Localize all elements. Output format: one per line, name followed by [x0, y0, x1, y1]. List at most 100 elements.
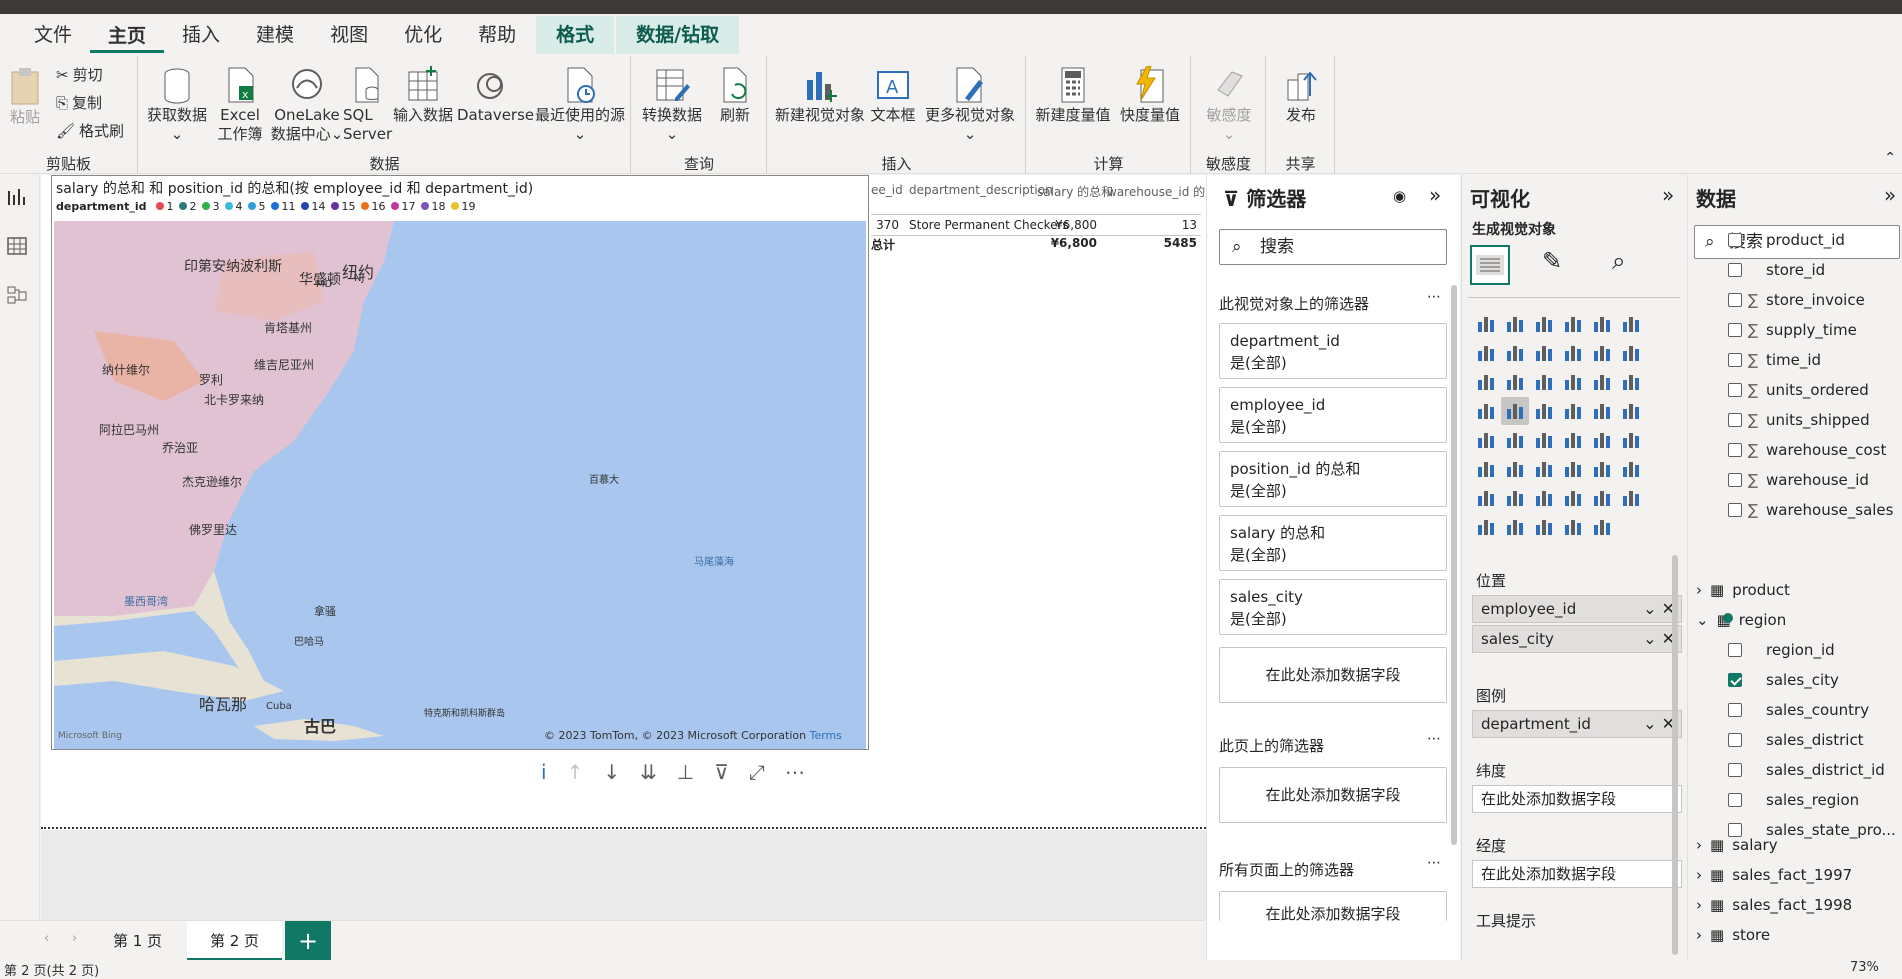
- field-item[interactable]: sales_district_id: [1728, 755, 1885, 785]
- legend-item[interactable]: 15: [331, 200, 355, 213]
- field-item[interactable]: ∑ time_id: [1728, 345, 1821, 375]
- visual-type-icon[interactable]: [1501, 368, 1529, 396]
- map-area[interactable]: 印第安纳波利斯 华盛顿 纽约 NJ MD 肯塔基州 维吉尼亚州 罗利 北卡罗来纳…: [54, 221, 866, 749]
- field-checkbox[interactable]: [1728, 733, 1742, 747]
- analytics-tab[interactable]: ⌕: [1612, 247, 1625, 275]
- dataverse-button[interactable]: Dataverse: [457, 66, 534, 125]
- visual-type-icon[interactable]: [1559, 310, 1587, 338]
- copy-button[interactable]: ⎘ 复制: [56, 92, 102, 113]
- legend-field-department-id[interactable]: department_id ⌄ ✕: [1472, 710, 1682, 738]
- longitude-well[interactable]: 在此处添加数据字段: [1472, 860, 1682, 888]
- expand-hierarchy-icon[interactable]: ⊥: [677, 760, 694, 784]
- field-item[interactable]: ∑ units_ordered: [1728, 375, 1869, 405]
- visual-type-icon[interactable]: [1530, 455, 1558, 483]
- field-item[interactable]: store_id: [1728, 255, 1825, 285]
- refresh-button[interactable]: 刷新: [710, 66, 760, 125]
- legend-item[interactable]: 5: [248, 200, 265, 213]
- tab-modeling[interactable]: 建模: [238, 16, 312, 54]
- field-checkbox[interactable]: [1728, 443, 1742, 457]
- field-item[interactable]: ∑ supply_time: [1728, 315, 1857, 345]
- legend-item[interactable]: 2: [179, 200, 196, 213]
- field-checkbox[interactable]: [1728, 503, 1742, 517]
- scrollbar[interactable]: [1451, 285, 1457, 845]
- field-checkbox[interactable]: [1728, 413, 1742, 427]
- collapse-pane-icon[interactable]: »: [1662, 183, 1674, 207]
- visual-type-icon[interactable]: [1559, 455, 1587, 483]
- latitude-well[interactable]: 在此处添加数据字段: [1472, 785, 1682, 813]
- legend-item[interactable]: 19: [451, 200, 475, 213]
- visual-type-icon[interactable]: [1530, 368, 1558, 396]
- visual-type-icon[interactable]: [1472, 339, 1500, 367]
- table-visual[interactable]: ee_id department_description salary 的总和 …: [871, 175, 1229, 252]
- terms-link[interactable]: Terms: [810, 729, 842, 742]
- visual-type-icon[interactable]: [1617, 368, 1645, 396]
- drill-up-icon[interactable]: ↑: [567, 760, 584, 784]
- more-options-icon[interactable]: ⋯: [1427, 289, 1441, 305]
- table-node-store[interactable]: › ▦ store: [1696, 920, 1770, 950]
- visual-type-icon[interactable]: [1588, 484, 1616, 512]
- location-field-sales-city[interactable]: sales_city ⌄ ✕: [1472, 625, 1682, 653]
- tab-data-drill[interactable]: 数据/钻取: [616, 16, 740, 54]
- visual-type-icon[interactable]: [1530, 397, 1558, 425]
- visual-type-icon[interactable]: [1559, 484, 1587, 512]
- visual-type-icon[interactable]: [1559, 368, 1587, 396]
- build-visual-tab[interactable]: [1470, 245, 1510, 285]
- more-visuals-button[interactable]: 更多视觉对象 ⌄: [918, 66, 1022, 144]
- filter-card[interactable]: sales_city 是(全部): [1219, 579, 1447, 635]
- page-tab-1[interactable]: 第 1 页: [90, 921, 185, 961]
- visual-type-icon[interactable]: [1617, 397, 1645, 425]
- field-checkbox[interactable]: [1728, 473, 1742, 487]
- drill-down-icon[interactable]: ↓: [603, 760, 620, 784]
- page-tab-2[interactable]: 第 2 页: [187, 921, 282, 961]
- table-node-product[interactable]: › ▦ product: [1696, 575, 1790, 605]
- field-checkbox[interactable]: [1728, 383, 1742, 397]
- field-checkbox[interactable]: [1728, 233, 1742, 247]
- field-checkbox[interactable]: [1728, 703, 1742, 717]
- table-header[interactable]: ee_id: [871, 183, 903, 200]
- field-item[interactable]: sales_country: [1728, 695, 1869, 725]
- field-checkbox[interactable]: [1728, 643, 1742, 657]
- filled-map-visual[interactable]: salary 的总和 和 position_id 的总和(按 employee_…: [51, 175, 869, 750]
- remove-field-icon[interactable]: ⌄ ✕: [1643, 596, 1675, 622]
- add-filter-field-page[interactable]: 在此处添加数据字段: [1219, 767, 1447, 823]
- expand-all-down-icon[interactable]: ⇊: [640, 760, 657, 784]
- visual-type-icon[interactable]: [1588, 455, 1616, 483]
- table-view-icon[interactable]: [6, 235, 28, 257]
- field-checkbox[interactable]: [1728, 293, 1742, 307]
- transform-data-button[interactable]: 转换数据 ⌄: [640, 66, 704, 144]
- filter-card[interactable]: employee_id 是(全部): [1219, 387, 1447, 443]
- visual-type-icon[interactable]: [1501, 513, 1529, 541]
- cut-button[interactable]: ✂ 剪切: [56, 64, 103, 85]
- legend-item[interactable]: 1: [156, 200, 173, 213]
- field-item[interactable]: ∑ store_invoice: [1728, 285, 1865, 315]
- get-data-button[interactable]: 获取数据 ⌄: [145, 66, 209, 144]
- visual-type-icon[interactable]: [1472, 455, 1500, 483]
- visual-type-icon[interactable]: [1501, 339, 1529, 367]
- sql-server-button[interactable]: SQL Server: [343, 66, 392, 144]
- legend-item[interactable]: 16: [361, 200, 385, 213]
- visual-type-icon[interactable]: [1617, 426, 1645, 454]
- paste-button[interactable]: 粘贴: [4, 66, 46, 127]
- remove-field-icon[interactable]: ⌄ ✕: [1643, 711, 1675, 737]
- visual-type-icon[interactable]: [1588, 426, 1616, 454]
- field-checkbox[interactable]: [1728, 353, 1742, 367]
- filter-card[interactable]: position_id 的总和 是(全部): [1219, 451, 1447, 507]
- new-visual-button[interactable]: 新建视觉对象: [772, 66, 868, 125]
- legend-item[interactable]: 3: [202, 200, 219, 213]
- format-visual-tab[interactable]: ✎: [1542, 247, 1562, 275]
- legend-item[interactable]: 18: [421, 200, 445, 213]
- more-options-icon[interactable]: ⋯: [1427, 731, 1441, 747]
- field-item[interactable]: sales_region: [1728, 785, 1859, 815]
- visual-type-icon[interactable]: [1588, 397, 1616, 425]
- visual-type-icon[interactable]: [1530, 310, 1558, 338]
- tab-home[interactable]: 主页: [90, 17, 165, 53]
- add-filter-field-all[interactable]: 在此处添加数据字段: [1219, 891, 1447, 921]
- visual-type-icon[interactable]: [1501, 310, 1529, 338]
- collapse-pane-icon[interactable]: »: [1884, 183, 1896, 207]
- remove-field-icon[interactable]: ⌄ ✕: [1643, 626, 1675, 652]
- textbox-button[interactable]: A 文本框: [868, 66, 918, 125]
- next-page-icon[interactable]: ›: [72, 931, 77, 946]
- table-header[interactable]: department_description: [909, 183, 1053, 200]
- visual-type-icon[interactable]: [1501, 455, 1529, 483]
- tab-format[interactable]: 格式: [536, 16, 615, 54]
